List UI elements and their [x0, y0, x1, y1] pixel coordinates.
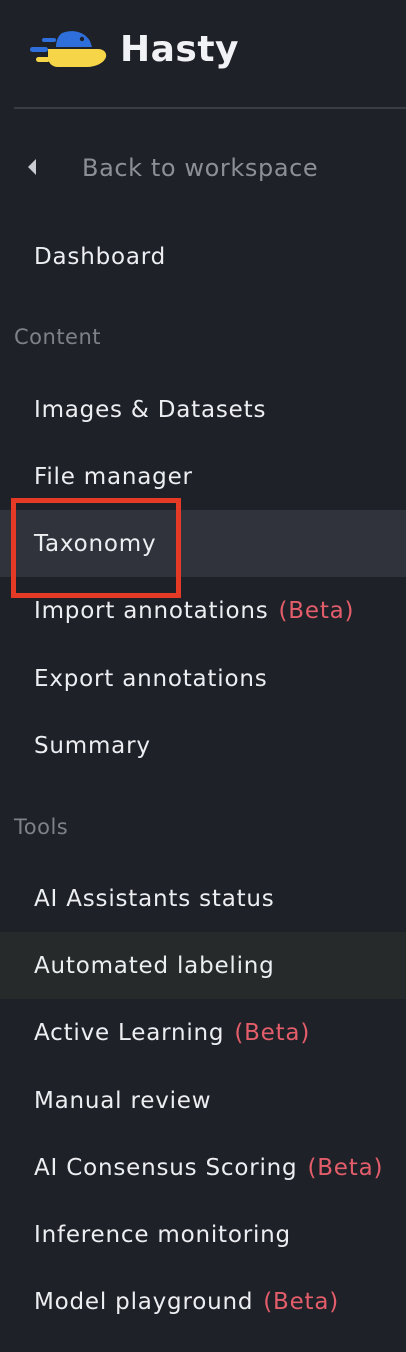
nav-item-label: Import annotations (Beta): [34, 597, 355, 624]
section-heading-tools: Tools: [14, 815, 69, 839]
beta-badge: (Beta): [307, 1154, 384, 1181]
nav-item-label: Model playground (Beta): [34, 1288, 340, 1315]
brand[interactable]: Hasty: [28, 22, 239, 76]
nav-item-label: Inference monitoring: [34, 1221, 291, 1248]
beta-badge: (Beta): [234, 1019, 311, 1046]
nav-item-manual-review[interactable]: Manual review: [0, 1067, 406, 1134]
section-heading-content: Content: [14, 325, 102, 349]
nav-item-images-datasets[interactable]: Images & Datasets: [0, 376, 406, 443]
nav-item-label: Taxonomy: [34, 530, 157, 557]
beta-badge: (Beta): [278, 597, 355, 624]
nav-item-export-annotations[interactable]: Export annotations: [0, 645, 406, 712]
nav-item-active-learning[interactable]: Active Learning (Beta): [0, 999, 406, 1066]
back-to-workspace-label: Back to workspace: [82, 154, 319, 182]
nav-item-label: Automated labeling: [34, 952, 275, 979]
nav-item-label: Images & Datasets: [34, 396, 267, 423]
nav-item-ai-consensus-scoring[interactable]: AI Consensus Scoring (Beta): [0, 1134, 406, 1201]
nav-item-import-annotations[interactable]: Import annotations (Beta): [0, 577, 406, 644]
nav-item-summary[interactable]: Summary: [0, 712, 406, 779]
nav-item-label: AI Assistants status: [34, 885, 275, 912]
nav-item-inference-monitoring[interactable]: Inference monitoring: [0, 1201, 406, 1268]
nav-item-taxonomy[interactable]: Taxonomy: [0, 510, 406, 577]
nav-item-label: Manual review: [34, 1087, 212, 1114]
hasty-logo-icon: [30, 31, 107, 67]
beta-badge: (Beta): [263, 1288, 340, 1315]
nav-item-label: Summary: [34, 732, 151, 759]
sidebar: Hasty Back to workspace Dashboard Conten…: [0, 0, 406, 1352]
nav-item-ai-assistants-status[interactable]: AI Assistants status: [0, 865, 406, 932]
nav-item-label: Active Learning (Beta): [34, 1019, 311, 1046]
nav-item-label: File manager: [34, 463, 193, 490]
caret-left-icon: [28, 159, 36, 175]
divider: [14, 107, 406, 109]
brand-name: Hasty: [120, 28, 240, 70]
back-to-workspace-link[interactable]: Back to workspace: [0, 140, 406, 196]
nav-item-label: Dashboard: [34, 243, 166, 270]
nav-item-label: Export annotations: [34, 665, 268, 692]
nav-item-file-manager[interactable]: File manager: [0, 443, 406, 510]
nav-item-label: AI Consensus Scoring (Beta): [34, 1154, 384, 1181]
nav-item-automated-labeling[interactable]: Automated labeling: [0, 932, 406, 999]
nav-item-model-playground[interactable]: Model playground (Beta): [0, 1268, 406, 1335]
nav-item-dashboard[interactable]: Dashboard: [0, 223, 406, 290]
